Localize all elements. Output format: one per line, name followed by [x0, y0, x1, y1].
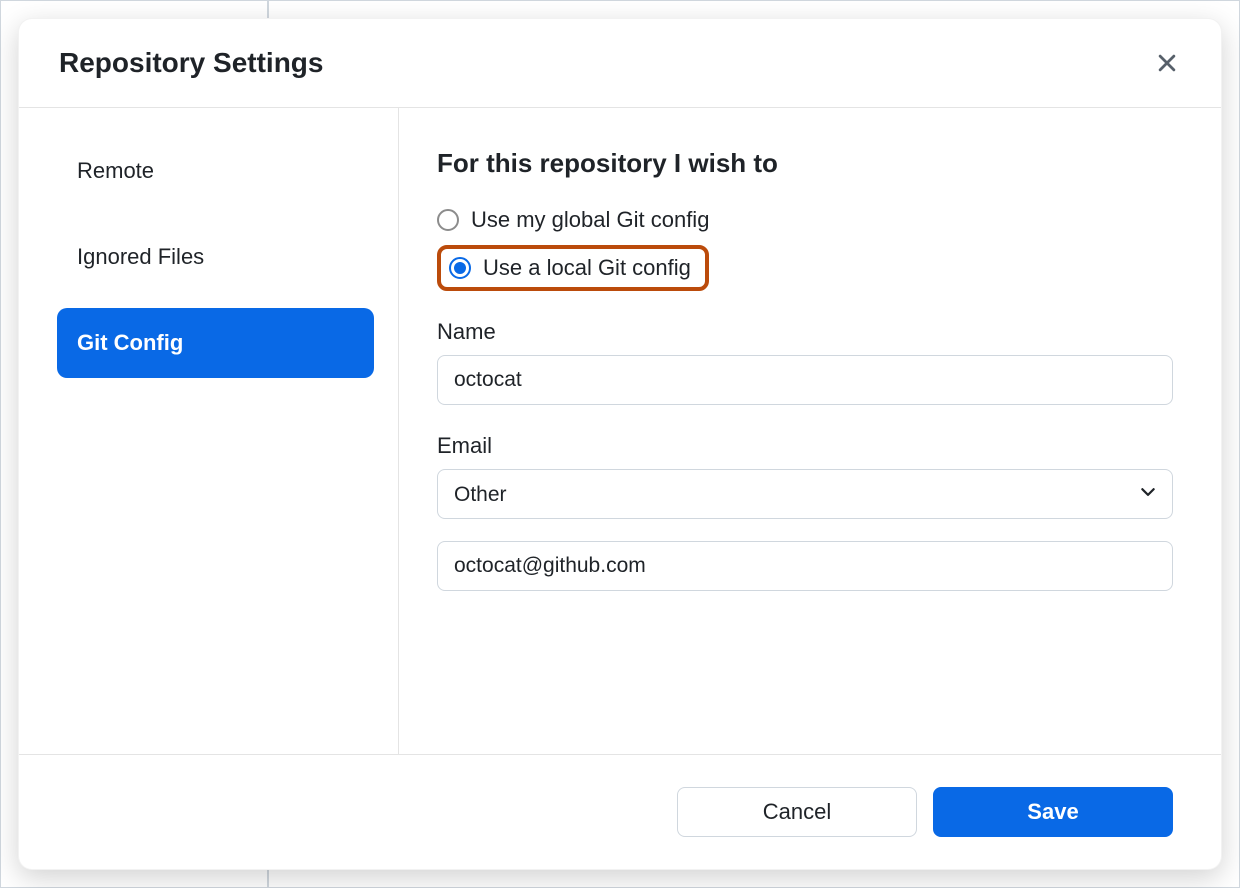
settings-sidebar: Remote Ignored Files Git Config	[19, 108, 399, 754]
sidebar-item-label: Remote	[77, 158, 154, 183]
modal-title: Repository Settings	[59, 47, 323, 79]
email-select-wrapper: Other	[437, 469, 1173, 519]
cancel-button[interactable]: Cancel	[677, 787, 917, 837]
name-input[interactable]	[437, 355, 1173, 405]
save-button[interactable]: Save	[933, 787, 1173, 837]
sidebar-item-label: Git Config	[77, 330, 183, 355]
sidebar-item-label: Ignored Files	[77, 244, 204, 269]
modal-header: Repository Settings	[19, 19, 1221, 108]
button-label: Cancel	[763, 799, 831, 825]
email-input[interactable]	[437, 541, 1173, 591]
radio-label: Use a local Git config	[483, 255, 691, 281]
button-label: Save	[1027, 799, 1078, 825]
radio-icon	[449, 257, 471, 279]
radio-label: Use my global Git config	[471, 207, 709, 233]
highlight-outline: Use a local Git config	[437, 245, 709, 291]
radio-icon	[437, 209, 459, 231]
sidebar-item-ignored-files[interactable]: Ignored Files	[57, 222, 374, 292]
modal-footer: Cancel Save	[19, 754, 1221, 869]
section-heading: For this repository I wish to	[437, 148, 1173, 179]
sidebar-item-remote[interactable]: Remote	[57, 136, 374, 206]
settings-content: For this repository I wish to Use my glo…	[399, 108, 1221, 754]
radio-use-global-config[interactable]: Use my global Git config	[437, 201, 1173, 239]
sidebar-item-git-config[interactable]: Git Config	[57, 308, 374, 378]
radio-dot-icon	[454, 262, 466, 274]
name-label: Name	[437, 319, 1173, 345]
modal-body: Remote Ignored Files Git Config For this…	[19, 108, 1221, 754]
radio-use-local-config[interactable]: Use a local Git config	[445, 255, 695, 281]
email-select[interactable]: Other	[437, 469, 1173, 519]
email-label: Email	[437, 433, 1173, 459]
close-icon	[1156, 52, 1178, 74]
repository-settings-modal: Repository Settings Remote Ignored Files…	[18, 18, 1222, 870]
close-button[interactable]	[1153, 49, 1181, 77]
